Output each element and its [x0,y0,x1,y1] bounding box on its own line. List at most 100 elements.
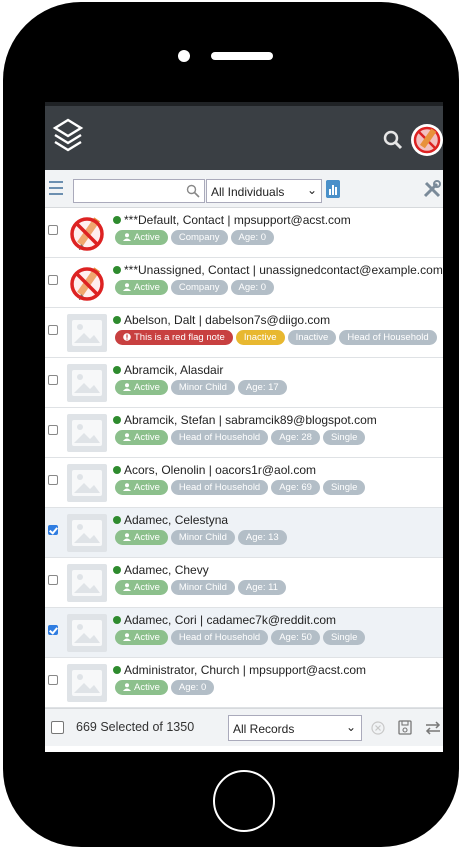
record-name[interactable]: Adamec, Cori | cadamec7k@reddit.com [113,613,336,627]
photo-placeholder-icon [67,464,107,502]
person-icon [123,233,131,241]
status-badge: Active [115,230,168,245]
status-dot-icon [113,416,121,424]
table-row[interactable]: Adamec, Cori | cadamec7k@reddit.com Activ… [45,608,443,658]
bar-chart-icon[interactable] [326,180,340,198]
records-filter-select[interactable]: All Records ⌄ [228,715,362,741]
status-dot-icon [113,566,121,574]
status-dot-icon [113,316,121,324]
table-row[interactable]: Administrator, Church | mpsupport@acst.c… [45,658,443,708]
badge-label: Age: 0 [178,682,207,693]
badge-label: Single [330,632,358,643]
row-checkbox[interactable] [48,375,58,385]
info-badge: Single [322,430,366,445]
status-badge: Active [115,630,168,645]
info-badge: Company [170,230,228,245]
table-row[interactable]: Adamec, Chevy Active Minor Child Age: 11 [45,558,443,608]
badge-label: Single [330,482,358,493]
app-header [45,102,443,170]
swap-arrows-icon[interactable] [425,721,441,735]
badge-group: Active Head of Household Age: 50 Single [115,630,368,648]
info-badge: Head of Household [170,480,269,495]
record-name[interactable]: ***Default, Contact | mpsupport@acst.com [113,213,351,227]
status-badge: Active [115,430,168,445]
row-checkbox[interactable] [48,225,58,235]
search-field[interactable] [73,179,205,203]
individuals-filter-select[interactable]: All Individuals ⌄ [206,179,322,203]
table-row[interactable]: Adamec, Celestyna Active Minor Child Age: 1… [45,508,443,558]
person-icon [123,683,131,691]
tools-icon[interactable] [422,179,442,199]
stacked-layers-logo-icon[interactable] [51,116,85,160]
search-icon[interactable] [383,130,403,150]
record-name[interactable]: ***Unassigned, Contact | unassignedconta… [113,263,443,277]
table-row[interactable]: Acors, Olenolin | oacors1r@aol.com Active… [45,458,443,508]
badge-group: This is a red flag note Inactive Inactive H… [115,330,440,348]
search-icon[interactable] [186,184,200,198]
badge-label: Active [134,382,160,393]
hamburger-menu-icon[interactable] [49,181,63,195]
record-name[interactable]: Adamec, Celestyna [113,513,228,527]
row-checkbox[interactable] [48,325,58,335]
status-dot-icon [113,216,121,224]
selection-count: 669 Selected of 1350 [76,720,195,734]
badge-label: Age: 0 [238,232,267,243]
info-badge: Single [322,480,366,495]
table-row[interactable]: Abelson, Dalt | dabelson7s@diigo.com This… [45,308,443,358]
search-input[interactable] [74,180,174,202]
photo-placeholder-icon [67,614,107,652]
badge-label: Age: 17 [245,382,279,393]
record-name[interactable]: Adamec, Chevy [113,563,209,577]
badge-group: Active Head of Household Age: 69 Single [115,480,368,498]
record-name[interactable]: Abramcik, Stefan | sabramcik89@blogspot.… [113,413,377,427]
badge-label: Active [134,682,160,693]
badge-label: Active [134,582,160,593]
badge-group: Active Minor Child Age: 11 [115,580,289,598]
select-all-checkbox[interactable] [51,721,64,734]
badge-label: Age: 13 [245,532,279,543]
table-row[interactable]: Abramcik, Alasdair Active Minor Child Age: … [45,358,443,408]
front-camera [178,50,190,62]
status-badge: Active [115,280,168,295]
record-name[interactable]: Acors, Olenolin | oacors1r@aol.com [113,463,316,477]
status-badge: Active [115,480,168,495]
info-badge: Inactive [287,330,337,345]
badge-group: Active Company Age: 0 [115,280,277,298]
record-name[interactable]: Administrator, Church | mpsupport@acst.c… [113,663,366,677]
row-checkbox[interactable] [48,275,58,285]
info-badge: Age: 13 [237,530,287,545]
info-badge: Age: 50 [271,630,320,645]
record-name[interactable]: Abramcik, Alasdair [113,363,223,377]
home-button[interactable] [213,770,275,832]
row-checkbox[interactable] [48,575,58,585]
record-name[interactable]: Abelson, Dalt | dabelson7s@diigo.com [113,313,330,327]
record-name-text: Acors, Olenolin | oacors1r@aol.com [124,463,317,477]
red-flag-badge: This is a red flag note [115,330,233,345]
info-badge: Minor Child [170,380,235,395]
table-row[interactable]: ***Default, Contact | mpsupport@acst.com… [45,208,443,258]
user-avatar-icon[interactable] [411,124,443,156]
badge-label: Inactive [243,332,277,343]
table-row[interactable]: Abramcik, Stefan | sabramcik89@blogspot.… [45,408,443,458]
status-badge: Active [115,530,168,545]
clear-circle-icon[interactable] [371,721,385,735]
status-dot-icon [113,466,121,474]
info-badge: Minor Child [170,530,235,545]
badge-label: Age: 0 [238,282,267,293]
badge-label: Age: 28 [279,432,312,443]
info-badge: Age: 28 [271,430,320,445]
row-checkbox[interactable] [48,475,58,485]
badge-label: Head of Household [178,632,261,643]
table-row[interactable]: ***Unassigned, Contact | unassignedconta… [45,258,443,308]
info-badge: Head of Household [339,330,437,345]
info-badge: Company [170,280,228,295]
photo-placeholder-icon [67,564,107,602]
row-checkbox[interactable] [48,625,58,635]
save-icon[interactable] [398,720,412,735]
row-checkbox[interactable] [48,675,58,685]
row-checkbox[interactable] [48,425,58,435]
row-checkbox[interactable] [48,525,58,535]
badge-group: Active Company Age: 0 [115,230,277,248]
photo-placeholder-icon [67,514,107,552]
badge-label: Single [330,432,358,443]
